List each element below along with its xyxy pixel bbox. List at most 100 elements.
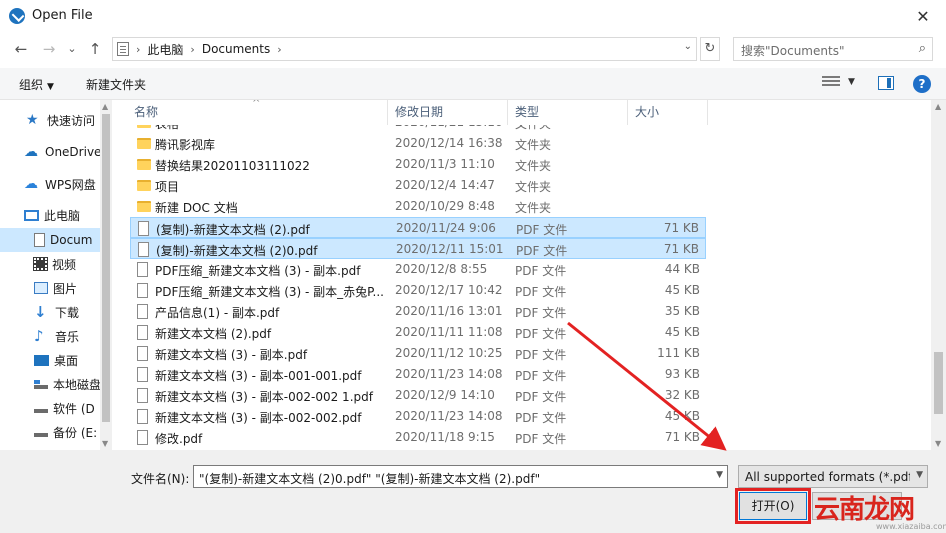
sidebar-item-drive-d[interactable]: 软件 (D (0, 396, 100, 420)
open-button[interactable]: 打开(O) (735, 488, 811, 524)
column-header-type[interactable]: 类型 (508, 100, 628, 125)
sidebar-item-videos[interactable]: 视频 (0, 252, 100, 276)
file-row[interactable]: 新建文本文档 (3) - 副本-001-001.pdf 2020/11/23 14… (130, 364, 706, 385)
close-button[interactable]: ✕ (900, 0, 946, 32)
file-row[interactable]: (复制)-新建文本文档 (2).pdf 2020/11/24 9:06 PDF 文件… (130, 217, 706, 238)
sidebar-item-desktop[interactable]: 桌面 (0, 348, 100, 372)
column-header-label: 名称 (134, 105, 159, 119)
recent-locations-chevron-icon[interactable]: ⌄ (62, 39, 82, 59)
title-bar: Open File ✕ (0, 0, 946, 32)
help-icon[interactable]: ? (913, 75, 931, 93)
folder-row[interactable]: 新建 DOC 文档 2020/10/29 8:48 文件夹 (130, 196, 706, 217)
app-logo-icon (9, 8, 25, 24)
sidebar-item-pictures[interactable]: 图片 (0, 276, 100, 300)
file-row[interactable]: 修改.pdf 2020/11/18 9:15 PDF 文件 71 KB (130, 427, 706, 448)
sidebar-item-label: 图片 (53, 281, 78, 296)
file-date: 2020/11/3 11:10 (395, 157, 495, 171)
file-name: 新建文本文档 (3) - 副本-001-001.pdf (155, 369, 362, 383)
file-row[interactable]: 新建文本文档 (3) - 副本.pdf 2020/11/12 10:25 PDF 文… (130, 343, 706, 364)
breadcrumb-documents[interactable]: Documents (202, 42, 270, 56)
sidebar-scrollbar[interactable]: ▲ ▼ (100, 100, 112, 450)
search-input[interactable]: 搜索"Documents" ⌕ (733, 37, 933, 61)
file-type: PDF 文件 (515, 348, 567, 362)
filter-dropdown-icon[interactable]: ▼ (916, 470, 923, 480)
sidebar-item-drive-e[interactable]: 备份 (E: (0, 420, 100, 444)
file-type: 文件夹 (515, 201, 552, 215)
file-type-filter-select[interactable]: All supported formats (*.pdf ▼ (738, 465, 928, 488)
sidebar-item-label: 快速访问 (47, 113, 96, 128)
file-icon (137, 304, 148, 319)
file-row[interactable]: 新建文本文档 (2).pdf 2020/11/11 11:08 PDF 文件 45 K… (130, 322, 706, 343)
sidebar-item-music[interactable]: ♪ 音乐 (0, 324, 100, 348)
view-caret-down-icon[interactable]: ▼ (848, 77, 855, 87)
file-list-scroll-thumb[interactable] (934, 352, 943, 414)
folder-row[interactable]: 替换结果20201103111022 2020/11/3 11:10 文件夹 (130, 154, 706, 175)
view-options-icon[interactable] (822, 76, 840, 90)
sidebar-item-onedrive[interactable]: ☁ OneDrive (0, 140, 100, 164)
toolbar: 组织 ▼ 新建文件夹 ▼ ? (0, 68, 946, 100)
picture-icon (34, 282, 48, 294)
file-date: 2020/11/18 9:15 (395, 430, 495, 444)
back-arrow-icon[interactable]: ← (11, 39, 31, 59)
file-type: PDF 文件 (515, 369, 567, 383)
up-arrow-icon[interactable]: ↑ (85, 39, 105, 59)
file-row[interactable]: PDF压缩_新建文本文档 (3) - 副本.pdf 2020/12/8 8:55 P… (130, 259, 706, 280)
file-name: PDF压缩_新建文本文档 (3) - 副本_赤兔P... (155, 285, 384, 299)
cloud-icon: ☁ (24, 176, 38, 192)
sidebar-item-local-disk[interactable]: 本地磁盘 (0, 372, 100, 396)
sidebar-item-documents[interactable]: Docum (0, 228, 100, 252)
sidebar-item-label: 备份 (E: (53, 425, 98, 440)
sidebar-item-this-pc[interactable]: 此电脑 (0, 203, 100, 227)
column-header-name[interactable]: 名称 ^ (112, 100, 388, 125)
file-icon (137, 283, 148, 298)
column-header-date[interactable]: 修改日期 (388, 100, 508, 125)
file-type: PDF 文件 (515, 390, 567, 404)
file-row[interactable]: 新建文本文档 (3) - 副本-002-002 1.pdf 2020/12/9 1… (130, 385, 706, 406)
file-size: 93 KB (664, 367, 700, 381)
scroll-down-icon[interactable]: ▼ (935, 439, 941, 448)
file-row[interactable]: PDF压缩_新建文本文档 (3) - 副本_赤兔P... 2020/12/17 1… (130, 280, 706, 301)
forward-arrow-icon[interactable]: → (39, 39, 59, 59)
scroll-down-icon[interactable]: ▼ (102, 439, 108, 448)
sidebar-item-wps-drive[interactable]: ☁ WPS网盘 (0, 172, 100, 196)
sidebar-item-quick-access[interactable]: ★ 快速访问 (0, 108, 100, 132)
scroll-up-icon[interactable]: ▲ (935, 102, 941, 111)
folder-row[interactable]: 项目 2020/12/4 14:47 文件夹 (130, 175, 706, 196)
column-header-label: 大小 (635, 105, 660, 119)
refresh-button[interactable]: ↻ (700, 37, 720, 61)
filename-input[interactable]: "(复制)-新建文本文档 (2)0.pdf" "(复制)-新建文本文档 (2).… (193, 465, 728, 488)
new-folder-button[interactable]: 新建文件夹 (86, 76, 146, 93)
file-name: 产品信息(1) - 副本.pdf (155, 306, 280, 320)
file-size: 35 KB (664, 304, 700, 318)
folder-icon (137, 180, 151, 191)
sidebar-item-label: 视频 (52, 257, 77, 272)
breadcrumb-this-pc[interactable]: 此电脑 (147, 41, 183, 58)
sidebar-item-label: 桌面 (54, 353, 79, 368)
column-header-size[interactable]: 大小 (628, 100, 708, 125)
organize-menu-button[interactable]: 组织 ▼ (19, 76, 54, 93)
watermark-text: 云南龙网 (814, 495, 915, 525)
file-date: 2020/11/23 14:08 (395, 367, 503, 381)
file-icon (137, 430, 148, 445)
file-list-scrollbar[interactable]: ▲ ▼ (931, 100, 946, 450)
sidebar-scroll-thumb[interactable] (102, 114, 110, 422)
file-date: 2020/11/11 11:08 (395, 325, 503, 339)
folder-row[interactable]: 腾讯影视库 2020/12/14 16:38 文件夹 (130, 133, 706, 154)
file-row[interactable]: 产品信息(1) - 副本.pdf 2020/11/16 13:01 PDF 文件 35… (130, 301, 706, 322)
filename-dropdown-icon[interactable]: ▼ (716, 470, 723, 480)
file-type: 文件夹 (515, 138, 552, 152)
sidebar-item-downloads[interactable]: ↓ 下载 (0, 300, 100, 324)
file-name: 新建文本文档 (2).pdf (155, 327, 272, 341)
file-date: 2020/11/12 10:25 (395, 346, 503, 360)
file-row[interactable]: (复制)-新建文本文档 (2)0.pdf 2020/12/11 15:01 PDF … (130, 238, 706, 259)
preview-pane-icon[interactable] (878, 76, 894, 90)
filename-label: 文件名(N): (131, 472, 190, 486)
address-dropdown-icon[interactable]: ⌄ (684, 41, 692, 52)
column-header-label: 类型 (515, 105, 540, 119)
file-date: 2020/11/16 13:01 (395, 304, 503, 318)
address-bar[interactable]: › 此电脑 › Documents › ⌄ (112, 37, 697, 61)
sort-ascending-icon: ^ (252, 100, 261, 109)
scroll-up-icon[interactable]: ▲ (102, 102, 108, 111)
breadcrumb-separator-icon: › (136, 42, 141, 56)
file-row[interactable]: 新建文本文档 (3) - 副本-002-002.pdf 2020/11/23 14… (130, 406, 706, 427)
